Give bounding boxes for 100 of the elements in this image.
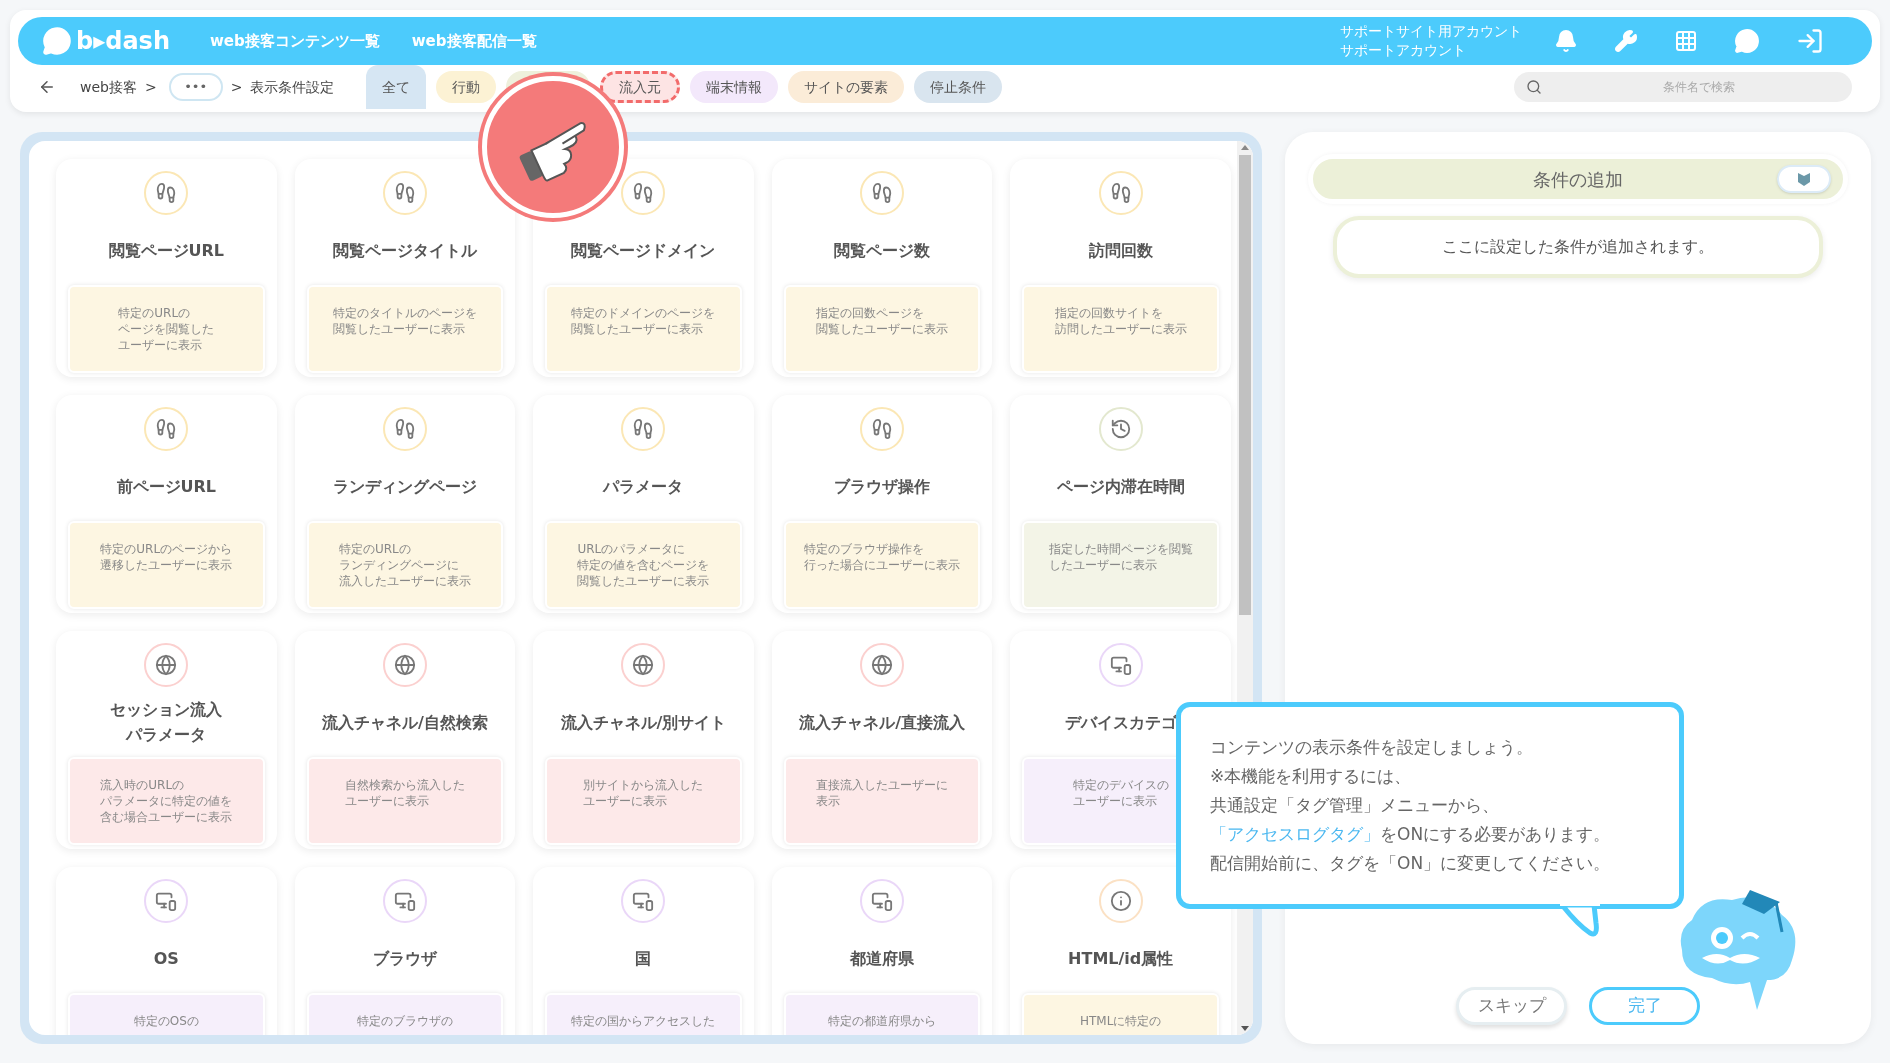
condition-card[interactable]: 国 特定の国からアクセスした [533,867,754,1035]
card-title: OS [153,947,179,970]
condition-card[interactable]: 閲覧ページタイトル 特定のタイトルのページを 閲覧したユーザーに表示 [294,159,516,377]
filter-tab[interactable]: 流入元 [600,71,681,103]
description-line: 特定のURLのページから [100,541,233,557]
devices-icon [871,890,894,912]
footprints-icon [155,182,178,204]
condition-card[interactable]: 訪問回数 指定の回数サイトを 訪問したユーザーに表示 [1010,159,1231,377]
beginner-badge[interactable] [1777,165,1831,193]
card-title: パラメータ [126,724,207,746]
more-button[interactable]: ••• [168,73,223,101]
description-line: 閲覧したユーザーに表示 [577,573,710,589]
search-icon [1526,79,1542,95]
condition-card[interactable]: 前ページURL 特定のURLのページから 遷移したユーザーに表示 [56,395,277,613]
logo-icon [42,26,72,56]
description-line: 指定の回数ページを [816,305,925,321]
condition-card[interactable]: ブラウザ操作 特定のブラウザ操作を 行った場合にユーザーに表示 [771,395,993,613]
description-line: HTMLに特定の [1080,1013,1162,1029]
footprints-icon [632,182,655,204]
condition-card[interactable]: 都道府県 特定の都道府県から [771,867,993,1035]
description-line: 行った場合にユーザーに表示 [804,557,961,573]
card-title: ブラウザ操作 [834,475,931,498]
condition-card[interactable]: ブラウザ 特定のブラウザの [294,867,516,1035]
description-line: パラメータに特定の値を [100,793,233,809]
globe-icon [871,654,894,676]
apps-grid-icon[interactable] [1674,29,1698,53]
filter-tab[interactable]: 端末情報 [690,71,779,103]
wrench-icon[interactable] [1614,29,1638,53]
description-line: 特定のデバイスの [1072,777,1169,793]
devices-icon [155,890,178,912]
description-line: 流入したユーザーに表示 [338,573,471,589]
condition-card[interactable]: パラメータ URLのパラメータに 特定の値を含むページを 閲覧したユーザーに表示 [533,395,754,613]
condition-card[interactable]: OS 特定のOSの [56,867,277,1035]
card-title: パラメータ [603,475,684,498]
condition-card[interactable]: 流入チャネル/自然検索 自然検索から流入した ユーザーに表示 [294,631,516,849]
card-title: HTML/id属性 [1068,947,1174,970]
devices-icon [1109,654,1132,676]
condition-card[interactable]: 閲覧ページ数 指定の回数ページを 閲覧したユーザーに表示 [771,159,993,377]
condition-card[interactable]: 閲覧ページURL 特定のURLの ページを閲覧した ユーザーに表示 [56,159,277,377]
description-line: 閲覧したユーザーに表示 [571,321,704,337]
footprints-icon [393,418,416,440]
globe-icon [393,654,416,676]
back-icon[interactable] [38,78,56,96]
description-line: ユーザーに表示 [344,793,429,809]
info-icon [1109,890,1132,912]
description-line: 特定のOSの [133,1013,199,1029]
chat-icon[interactable] [1734,28,1760,54]
description-line: 表示 [816,793,841,809]
devices-icon [632,890,655,912]
search-field[interactable]: 条件名で検索 [1514,72,1852,102]
description-line: 閲覧したユーザーに表示 [332,321,465,337]
condition-card[interactable]: 流入チャネル/直接流入 直接流入したユーザーに 表示 [771,631,993,849]
description-line: ページを閲覧した [118,321,215,337]
description-line: 流入時のURLの [100,777,185,793]
scrollbar-thumb[interactable] [1239,155,1251,615]
condition-card[interactable]: 閲覧ページドメイン 特定のドメインのページを 閲覧したユーザーに表示 [533,159,754,377]
logout-icon[interactable] [1796,27,1824,55]
filter-tab[interactable]: サイトの要素 [788,71,905,103]
condition-card[interactable]: 流入チャネル/別サイト 別サイトから流入した ユーザーに表示 [533,631,754,849]
footprints-icon [1109,182,1132,204]
description-line: 特定のURLの [118,305,191,321]
clock-icon [1109,418,1132,440]
globe-icon [155,654,178,676]
card-title: 都道府県 [850,947,915,970]
description-line: したユーザーに表示 [1048,557,1157,573]
card-title: 閲覧ページドメイン [571,239,716,262]
account-name: サポートサイト用アカウント [1340,22,1522,41]
devices-icon [393,890,416,912]
description-line: URLのパラメータに [577,541,686,557]
skip-button[interactable]: スキップ [1456,987,1567,1025]
account-name: サポートアカウント [1340,41,1467,60]
card-title: セッション流入 [110,699,223,721]
footprints-icon [632,418,655,440]
beginner-mark-icon [1797,171,1811,187]
filter-tab[interactable]: 行動 [436,71,497,103]
breadcrumb-link[interactable]: web接客 [80,76,137,98]
card-title: 国 [635,947,652,970]
card-title: ランディングページ [332,475,477,498]
footprints-icon [155,418,178,440]
footprints-icon [871,182,894,204]
bell-icon[interactable] [1554,29,1578,53]
description-line: ユーザーに表示 [1072,793,1157,809]
description-line: 含む場合ユーザーに表示 [100,809,233,825]
description-line: 特定の都道府県から [828,1013,937,1029]
footprints-icon [393,182,416,204]
condition-card[interactable]: セッション流入 パラメータ 流入時のURLの パラメータに特定の値を 含む場合ユーザーに表示 [56,631,277,849]
condition-card[interactable]: ページ内滞在時間 指定した時間ページを閲覧 したユーザーに表示 [1010,395,1231,613]
condition-card[interactable]: ランディングページ 特定のURLの ランディングページに 流入したユーザーに表示 [294,395,516,613]
description-line: 自然検索から流入した [344,777,465,793]
description-line: 特定のURLの [338,541,411,557]
card-title: 流入チャネル/直接流入 [799,711,965,734]
card-title: 流入チャネル/自然検索 [321,711,488,734]
filter-tab[interactable]: 全て [366,65,427,109]
description-line: 訪問したユーザーに表示 [1054,321,1187,337]
description-line: 閲覧したユーザーに表示 [816,321,949,337]
filter-tab[interactable]: 停止条件 [914,71,1003,103]
description-line: ランディングページに [338,557,459,573]
globe-icon [632,654,655,676]
description-line: 遷移したユーザーに表示 [100,557,233,573]
description-line: ユーザーに表示 [118,337,203,353]
